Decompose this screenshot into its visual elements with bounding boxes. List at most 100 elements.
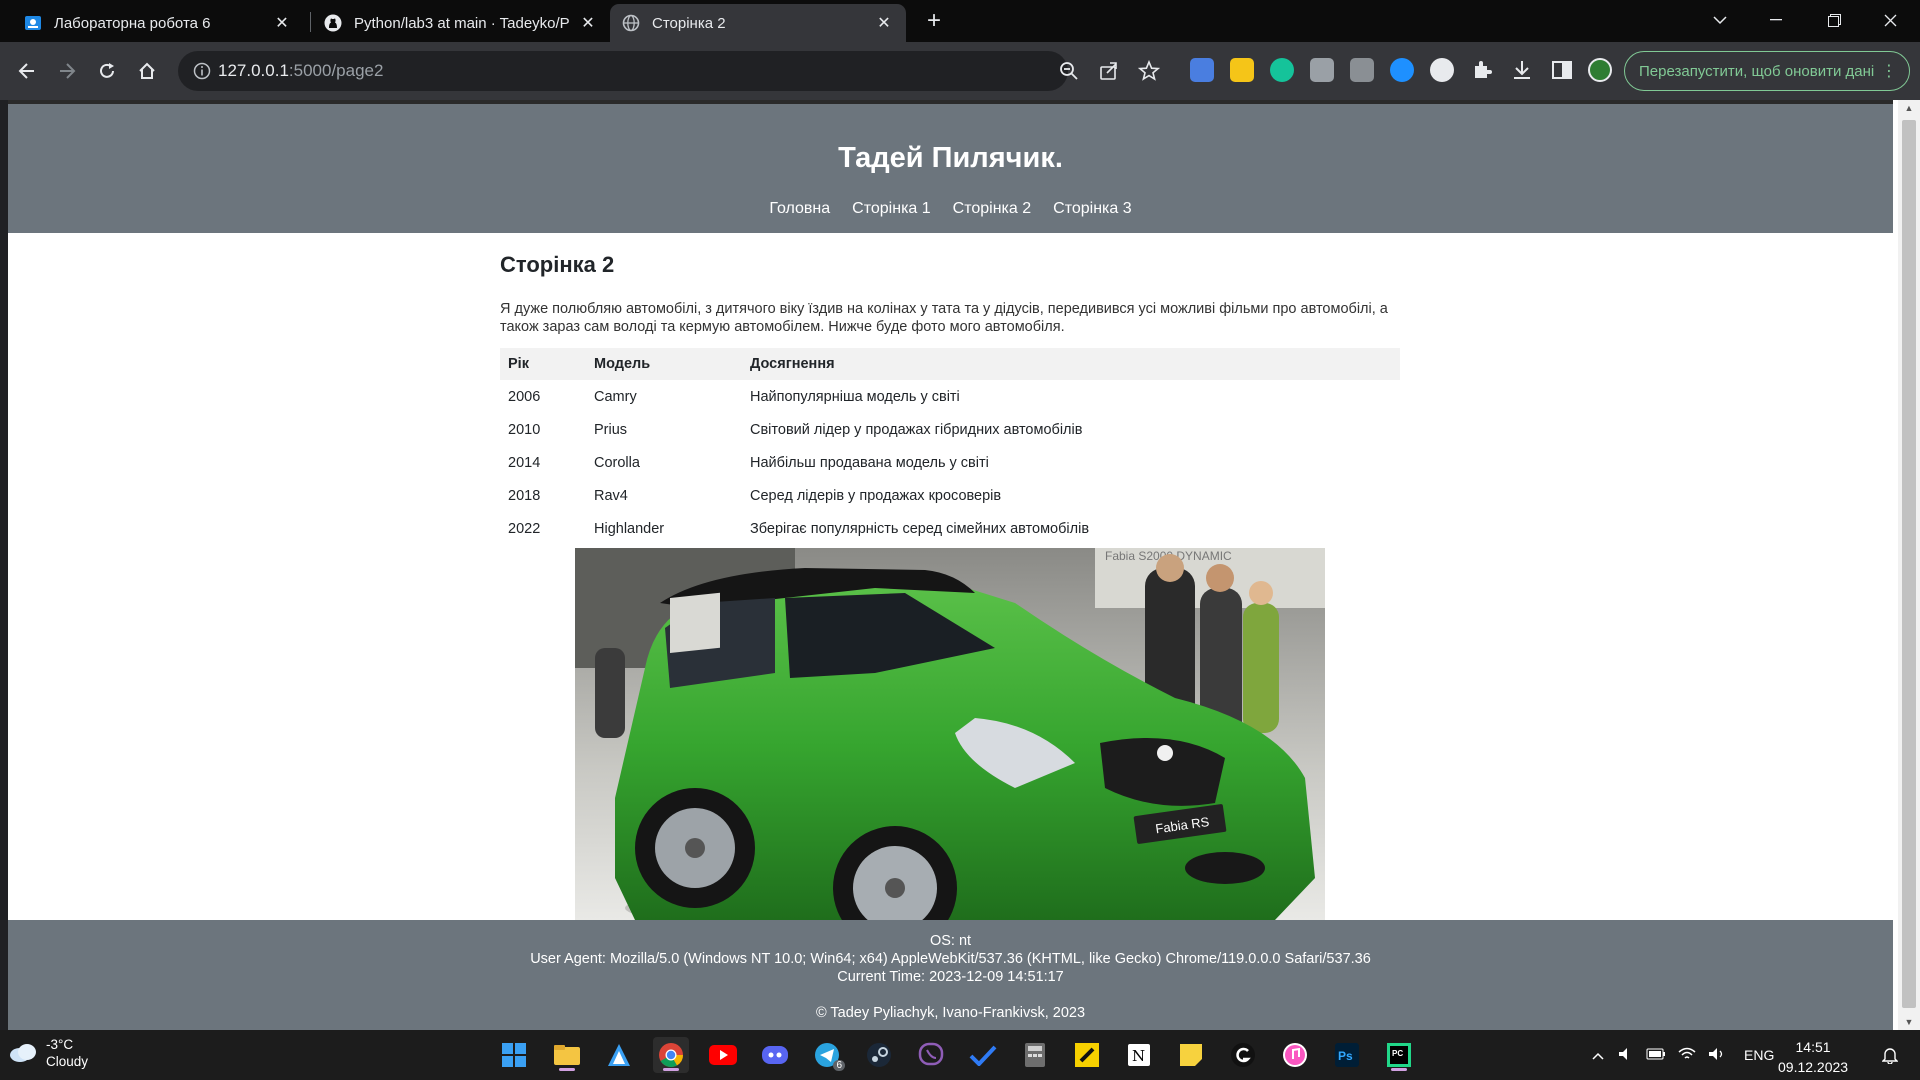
itunes-icon[interactable] xyxy=(1277,1037,1313,1073)
cell-achievement: Найбільш продавана модель у світі xyxy=(750,454,989,471)
youtube-icon[interactable] xyxy=(705,1037,741,1073)
start-button[interactable] xyxy=(496,1037,532,1073)
page-heading: Сторінка 2 xyxy=(500,252,615,277)
nav-link-page3[interactable]: Сторінка 3 xyxy=(1053,200,1131,218)
address-bar[interactable]: 127.0.0.1:5000/page2 xyxy=(178,51,1161,91)
zoom-icon[interactable] xyxy=(1058,60,1080,82)
shazam-extension-icon[interactable] xyxy=(1390,58,1414,82)
github-icon xyxy=(324,14,342,32)
viber-icon[interactable] xyxy=(913,1037,949,1073)
bookmark-star-icon[interactable] xyxy=(1137,59,1161,82)
nav-link-page1[interactable]: Сторінка 1 xyxy=(852,200,930,218)
footer-copyright: © Tadey Pyliachyk, Ivano-Frankivsk, 2023 xyxy=(815,1005,1086,1021)
extensions-puzzle-icon[interactable] xyxy=(1470,58,1494,82)
discord-icon[interactable] xyxy=(757,1037,793,1073)
footer-user-agent: User Agent: Mozilla/5.0 (Windows NT 10.0… xyxy=(530,951,1371,967)
pycharm-icon[interactable]: PC xyxy=(1381,1037,1417,1073)
back-button[interactable] xyxy=(10,54,44,88)
close-tab-icon[interactable]: ✕ xyxy=(272,13,292,33)
update-chrome-button[interactable]: Перезапустити, щоб оновити дані ⋮ xyxy=(1624,51,1910,91)
puzzle-extension-icon[interactable] xyxy=(1310,58,1334,82)
url-text[interactable]: 127.0.0.1:5000/page2 xyxy=(218,61,383,81)
close-tab-icon[interactable]: ✕ xyxy=(874,13,894,33)
svg-text:PC: PC xyxy=(1392,1049,1403,1058)
restore-button[interactable] xyxy=(1806,0,1862,40)
clock-date: 09.12.2023 xyxy=(1778,1059,1849,1075)
taskbar-clock[interactable]: 14:51 09.12.2023 xyxy=(1778,1037,1848,1077)
weather-widget[interactable]: -3°C Cloudy xyxy=(8,1036,88,1070)
notion-icon[interactable]: N xyxy=(1121,1037,1157,1073)
todo-icon[interactable] xyxy=(965,1037,1001,1073)
sticky-notes-icon[interactable] xyxy=(1173,1037,1209,1073)
language-indicator[interactable]: ENG xyxy=(1744,1047,1774,1063)
footer-time: Current Time: 2023-12-09 14:51:17 xyxy=(837,969,1064,985)
chevron-up-icon[interactable] xyxy=(1592,1047,1604,1063)
site-header: Тадей Пилячик. Головна Сторінка 1 Сторін… xyxy=(8,100,1893,233)
page-scrollbar[interactable]: ▲ ▼ xyxy=(1898,100,1920,1030)
site-info-icon[interactable] xyxy=(192,61,212,81)
tab-search-button[interactable] xyxy=(1692,0,1748,40)
nav-link-page2[interactable]: Сторінка 2 xyxy=(953,200,1031,218)
volume-mixer-icon[interactable] xyxy=(1618,1047,1634,1064)
tab-title: Лабораторна робота 6 xyxy=(54,14,211,32)
calculator-icon[interactable] xyxy=(1017,1037,1053,1073)
battery-icon[interactable] xyxy=(1646,1047,1666,1063)
wifi-icon[interactable] xyxy=(1678,1047,1696,1064)
telegram-icon[interactable]: 6 xyxy=(809,1037,845,1073)
minimize-button[interactable] xyxy=(1748,0,1804,40)
tab-github[interactable]: Python/lab3 at main · Tadeyko/P ✕ xyxy=(312,4,610,42)
tab-page2[interactable]: Сторінка 2 ✕ xyxy=(610,4,906,42)
scroll-down-arrow-icon[interactable]: ▼ xyxy=(1898,1014,1920,1030)
share-icon[interactable] xyxy=(1098,60,1120,82)
browser-toolbar: 127.0.0.1:5000/page2 Перезапустити, щоб … xyxy=(0,42,1920,100)
intro-paragraph: Я дуже полюбляю автомобілі, з дитячого в… xyxy=(500,301,1388,335)
tripadvisor-extension-icon[interactable] xyxy=(1430,58,1454,82)
home-button[interactable] xyxy=(130,54,164,88)
svg-text:Ps: Ps xyxy=(1338,1049,1353,1063)
main-content: Сторінка 2 Я дуже полюбляю автомобілі, з… xyxy=(500,252,1400,545)
table-row: 2006 Camry Найпопулярніша модель у світі xyxy=(500,380,1400,413)
profile-avatar[interactable] xyxy=(1588,58,1612,82)
scrollbar-thumb[interactable] xyxy=(1902,120,1916,1008)
scroll-up-arrow-icon[interactable]: ▲ xyxy=(1898,100,1920,116)
cell-year: 2014 xyxy=(508,454,541,471)
site-footer: OS: nt User Agent: Mozilla/5.0 (Windows … xyxy=(8,920,1893,1030)
logitech-icon[interactable] xyxy=(1225,1037,1261,1073)
table-header-row: Рік Модель Досягнення xyxy=(500,348,1400,380)
site-nav: Головна Сторінка 1 Сторінка 2 Сторінка 3 xyxy=(8,200,1893,218)
notifications-bell-icon[interactable] xyxy=(1882,1030,1898,1080)
cloud-icon xyxy=(8,1041,38,1066)
close-window-button[interactable] xyxy=(1862,0,1918,40)
cell-achievement: Світовий лідер у продажах гібридних авто… xyxy=(750,421,1083,438)
cell-year: 2022 xyxy=(508,520,541,537)
menu-dots-icon[interactable]: ⋮ xyxy=(1881,61,1897,81)
speaker-icon[interactable] xyxy=(1708,1047,1726,1064)
forward-button[interactable] xyxy=(50,54,84,88)
photoshop-icon[interactable]: Ps xyxy=(1329,1037,1365,1073)
grammarly-extension-icon[interactable] xyxy=(1270,58,1294,82)
download-icon[interactable] xyxy=(1510,58,1534,82)
clock-time: 14:51 xyxy=(1795,1039,1831,1055)
table-row: 2014 Corolla Найбільш продавана модель у… xyxy=(500,446,1400,479)
chrome-taskbar-icon[interactable] xyxy=(653,1037,689,1073)
keep-extension-icon[interactable] xyxy=(1230,58,1254,82)
translate-extension-icon[interactable] xyxy=(1190,58,1214,82)
page-viewport: Тадей Пилячик. Головна Сторінка 1 Сторін… xyxy=(8,100,1898,1030)
printer-extension-icon[interactable] xyxy=(1350,58,1374,82)
footer-os: OS: nt xyxy=(929,933,972,949)
tab-classroom[interactable]: Лабораторна робота 6 ✕ xyxy=(12,4,304,42)
close-tab-icon[interactable]: ✕ xyxy=(578,13,598,33)
reload-button[interactable] xyxy=(90,54,124,88)
app-yellow-icon[interactable] xyxy=(1069,1037,1105,1073)
running-indicator xyxy=(559,1068,575,1071)
app-a-icon[interactable] xyxy=(601,1037,637,1073)
column-header-year: Рік xyxy=(500,348,586,380)
steam-icon[interactable] xyxy=(861,1037,897,1073)
nav-link-home[interactable]: Головна xyxy=(769,200,830,218)
tab-strip: Лабораторна робота 6 ✕ Python/lab3 at ma… xyxy=(0,0,1920,42)
side-panel-icon[interactable] xyxy=(1550,58,1574,82)
file-explorer-icon[interactable] xyxy=(549,1037,585,1073)
site-title: Тадей Пилячик. xyxy=(838,142,1063,174)
svg-text:N: N xyxy=(1132,1047,1145,1065)
new-tab-button[interactable]: + xyxy=(920,8,948,36)
